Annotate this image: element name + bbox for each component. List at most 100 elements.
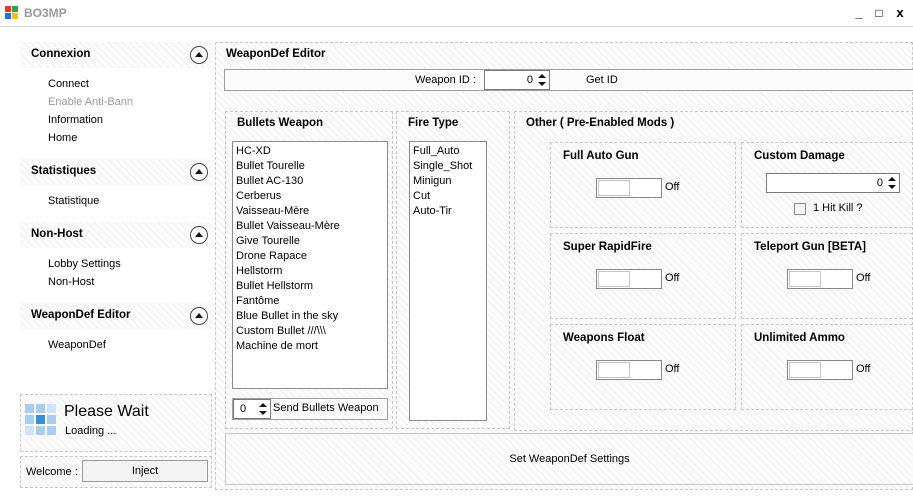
list-item[interactable]: Fantôme bbox=[236, 294, 384, 309]
teleport-gun-toggle[interactable] bbox=[787, 269, 853, 289]
title-bar: BO3MP _ □ x bbox=[0, 0, 913, 26]
status-title: Please Wait bbox=[64, 403, 149, 420]
list-item[interactable]: Minigun bbox=[413, 174, 483, 189]
page-title: WeaponDef Editor bbox=[226, 48, 326, 60]
toggle-knob bbox=[598, 271, 630, 287]
list-item[interactable]: Hellstorm bbox=[236, 264, 384, 279]
nav-statistique[interactable]: Statistique bbox=[48, 195, 99, 207]
stepper-arrows-icon[interactable] bbox=[887, 175, 897, 191]
toggle-state: Off bbox=[665, 272, 680, 284]
list-item[interactable]: Vaisseau-Mère bbox=[236, 204, 384, 219]
list-item[interactable]: Single_Shot bbox=[413, 159, 483, 174]
custom-damage-stepper[interactable]: 0 bbox=[766, 173, 900, 193]
collapse-icon[interactable] bbox=[190, 46, 208, 64]
welcome-label: Welcome : bbox=[26, 466, 78, 478]
toggle-knob bbox=[598, 180, 630, 196]
collapse-icon[interactable] bbox=[190, 163, 208, 181]
toggle-knob bbox=[789, 271, 821, 287]
super-rapidfire-toggle[interactable] bbox=[596, 269, 662, 289]
list-item[interactable]: Give Tourelle bbox=[236, 234, 384, 249]
nav-information[interactable]: Information bbox=[48, 114, 103, 126]
nav-connect[interactable]: Connect bbox=[48, 78, 89, 90]
inject-button[interactable]: Inject bbox=[82, 460, 208, 482]
mod-title: Full Auto Gun bbox=[563, 150, 639, 162]
toggle-state: Off bbox=[665, 363, 680, 375]
teleport-gun-box: Teleport Gun [BETA] Off bbox=[741, 233, 913, 319]
toggle-state: Off bbox=[856, 363, 871, 375]
unlimited-ammo-box: Unlimited Ammo Off bbox=[741, 324, 913, 410]
list-item[interactable]: Bullet AC-130 bbox=[236, 174, 384, 189]
mod-title: Weapons Float bbox=[563, 332, 645, 344]
stepper-arrows-icon[interactable] bbox=[537, 72, 547, 88]
fire-type-list[interactable]: Full_Auto Single_Shot Minigun Cut Auto-T… bbox=[409, 141, 487, 421]
maximize-button[interactable]: □ bbox=[870, 4, 888, 22]
close-button[interactable]: x bbox=[891, 4, 909, 22]
section-statistiques: Statistiques bbox=[20, 159, 212, 185]
window-title: BO3MP bbox=[24, 6, 67, 20]
list-item[interactable]: Custom Bullet ///\\\ bbox=[236, 324, 384, 339]
status-panel: Please Wait Loading ... bbox=[20, 394, 212, 452]
list-item[interactable]: Cerberus bbox=[236, 189, 384, 204]
toggle-state: Off bbox=[665, 181, 680, 193]
minimize-button[interactable]: _ bbox=[850, 4, 868, 22]
bullets-weapon-panel: Bullets Weapon HC-XD Bullet Tourelle Bul… bbox=[225, 111, 393, 429]
toggle-state: Off bbox=[856, 272, 871, 284]
unlimited-ammo-toggle[interactable] bbox=[787, 360, 853, 380]
weapon-id-row: Weapon ID : 0 Get ID bbox=[224, 69, 913, 91]
send-bullets-stepper[interactable]: 0 bbox=[233, 399, 271, 419]
weapon-id-stepper[interactable]: 0 bbox=[484, 70, 550, 90]
stepper-arrows-icon[interactable] bbox=[258, 401, 268, 417]
section-title: Non-Host bbox=[31, 228, 83, 240]
send-bullets-row: 0 Send Bullets Weapon bbox=[232, 398, 388, 420]
full-auto-gun-toggle[interactable] bbox=[596, 178, 662, 198]
weapon-id-value: 0 bbox=[526, 74, 533, 86]
list-item[interactable]: Bullet Hellstorm bbox=[236, 279, 384, 294]
list-item[interactable]: Machine de mort bbox=[236, 339, 384, 354]
section-connexion: Connexion bbox=[20, 42, 212, 68]
list-item[interactable]: Full_Auto bbox=[413, 144, 483, 159]
nav-non-host[interactable]: Non-Host bbox=[48, 276, 94, 288]
list-item[interactable]: Auto-Tir bbox=[413, 204, 483, 219]
status-subtitle: Loading ... bbox=[65, 425, 117, 437]
nav-enable-anti-bann[interactable]: Enable Anti-Bann bbox=[48, 96, 133, 108]
section-title: Connexion bbox=[31, 48, 91, 60]
custom-damage-value: 0 bbox=[876, 177, 883, 189]
checkbox-icon[interactable] bbox=[794, 203, 806, 215]
toggle-knob bbox=[789, 362, 821, 378]
sidebar: Connexion Connect Enable Anti-Bann Infor… bbox=[20, 42, 212, 384]
toggle-knob bbox=[598, 362, 630, 378]
loading-icon bbox=[25, 404, 57, 436]
list-item[interactable]: HC-XD bbox=[236, 144, 384, 159]
weapondef-editor-panel: WeaponDef Editor Weapon ID : 0 Get ID Bu… bbox=[215, 42, 913, 490]
weapon-id-label: Weapon ID : bbox=[415, 74, 476, 86]
welcome-panel: Welcome : Inject bbox=[20, 456, 212, 488]
mod-title: Unlimited Ammo bbox=[754, 332, 845, 344]
list-item[interactable]: Drone Rapace bbox=[236, 249, 384, 264]
one-hit-kill-label: 1 Hit Kill ? bbox=[813, 202, 863, 214]
section-non-host: Non-Host bbox=[20, 222, 212, 248]
get-id-button[interactable]: Get ID bbox=[586, 74, 618, 86]
weapons-float-box: Weapons Float Off bbox=[550, 324, 736, 410]
list-item[interactable]: Blue Bullet in the sky bbox=[236, 309, 384, 324]
send-bullets-button[interactable]: Send Bullets Weapon bbox=[273, 402, 379, 414]
list-item[interactable]: Cut bbox=[413, 189, 483, 204]
list-item[interactable]: Bullet Vaisseau-Mère bbox=[236, 219, 384, 234]
collapse-icon[interactable] bbox=[190, 307, 208, 325]
nav-weapondef[interactable]: WeaponDef bbox=[48, 339, 106, 351]
section-title: WeaponDef Editor bbox=[31, 309, 131, 321]
collapse-icon[interactable] bbox=[190, 226, 208, 244]
bullets-weapon-list[interactable]: HC-XD Bullet Tourelle Bullet AC-130 Cerb… bbox=[232, 141, 388, 389]
send-bullets-value: 0 bbox=[240, 403, 247, 415]
set-weapondef-settings-button[interactable]: Set WeaponDef Settings bbox=[225, 433, 913, 485]
other-mods-panel: Other ( Pre-Enabled Mods ) Full Auto Gun… bbox=[514, 111, 913, 431]
super-rapidfire-box: Super RapidFire Off bbox=[550, 233, 736, 319]
nav-home[interactable]: Home bbox=[48, 132, 77, 144]
mod-title: Teleport Gun [BETA] bbox=[754, 241, 867, 253]
nav-lobby-settings[interactable]: Lobby Settings bbox=[48, 258, 121, 270]
fire-type-panel: Fire Type Full_Auto Single_Shot Minigun … bbox=[396, 111, 510, 429]
list-item[interactable]: Bullet Tourelle bbox=[236, 159, 384, 174]
section-title: Statistiques bbox=[31, 165, 97, 177]
weapons-float-toggle[interactable] bbox=[596, 360, 662, 380]
full-auto-gun-box: Full Auto Gun Off bbox=[550, 142, 736, 228]
bullets-weapon-title: Bullets Weapon bbox=[237, 117, 324, 129]
